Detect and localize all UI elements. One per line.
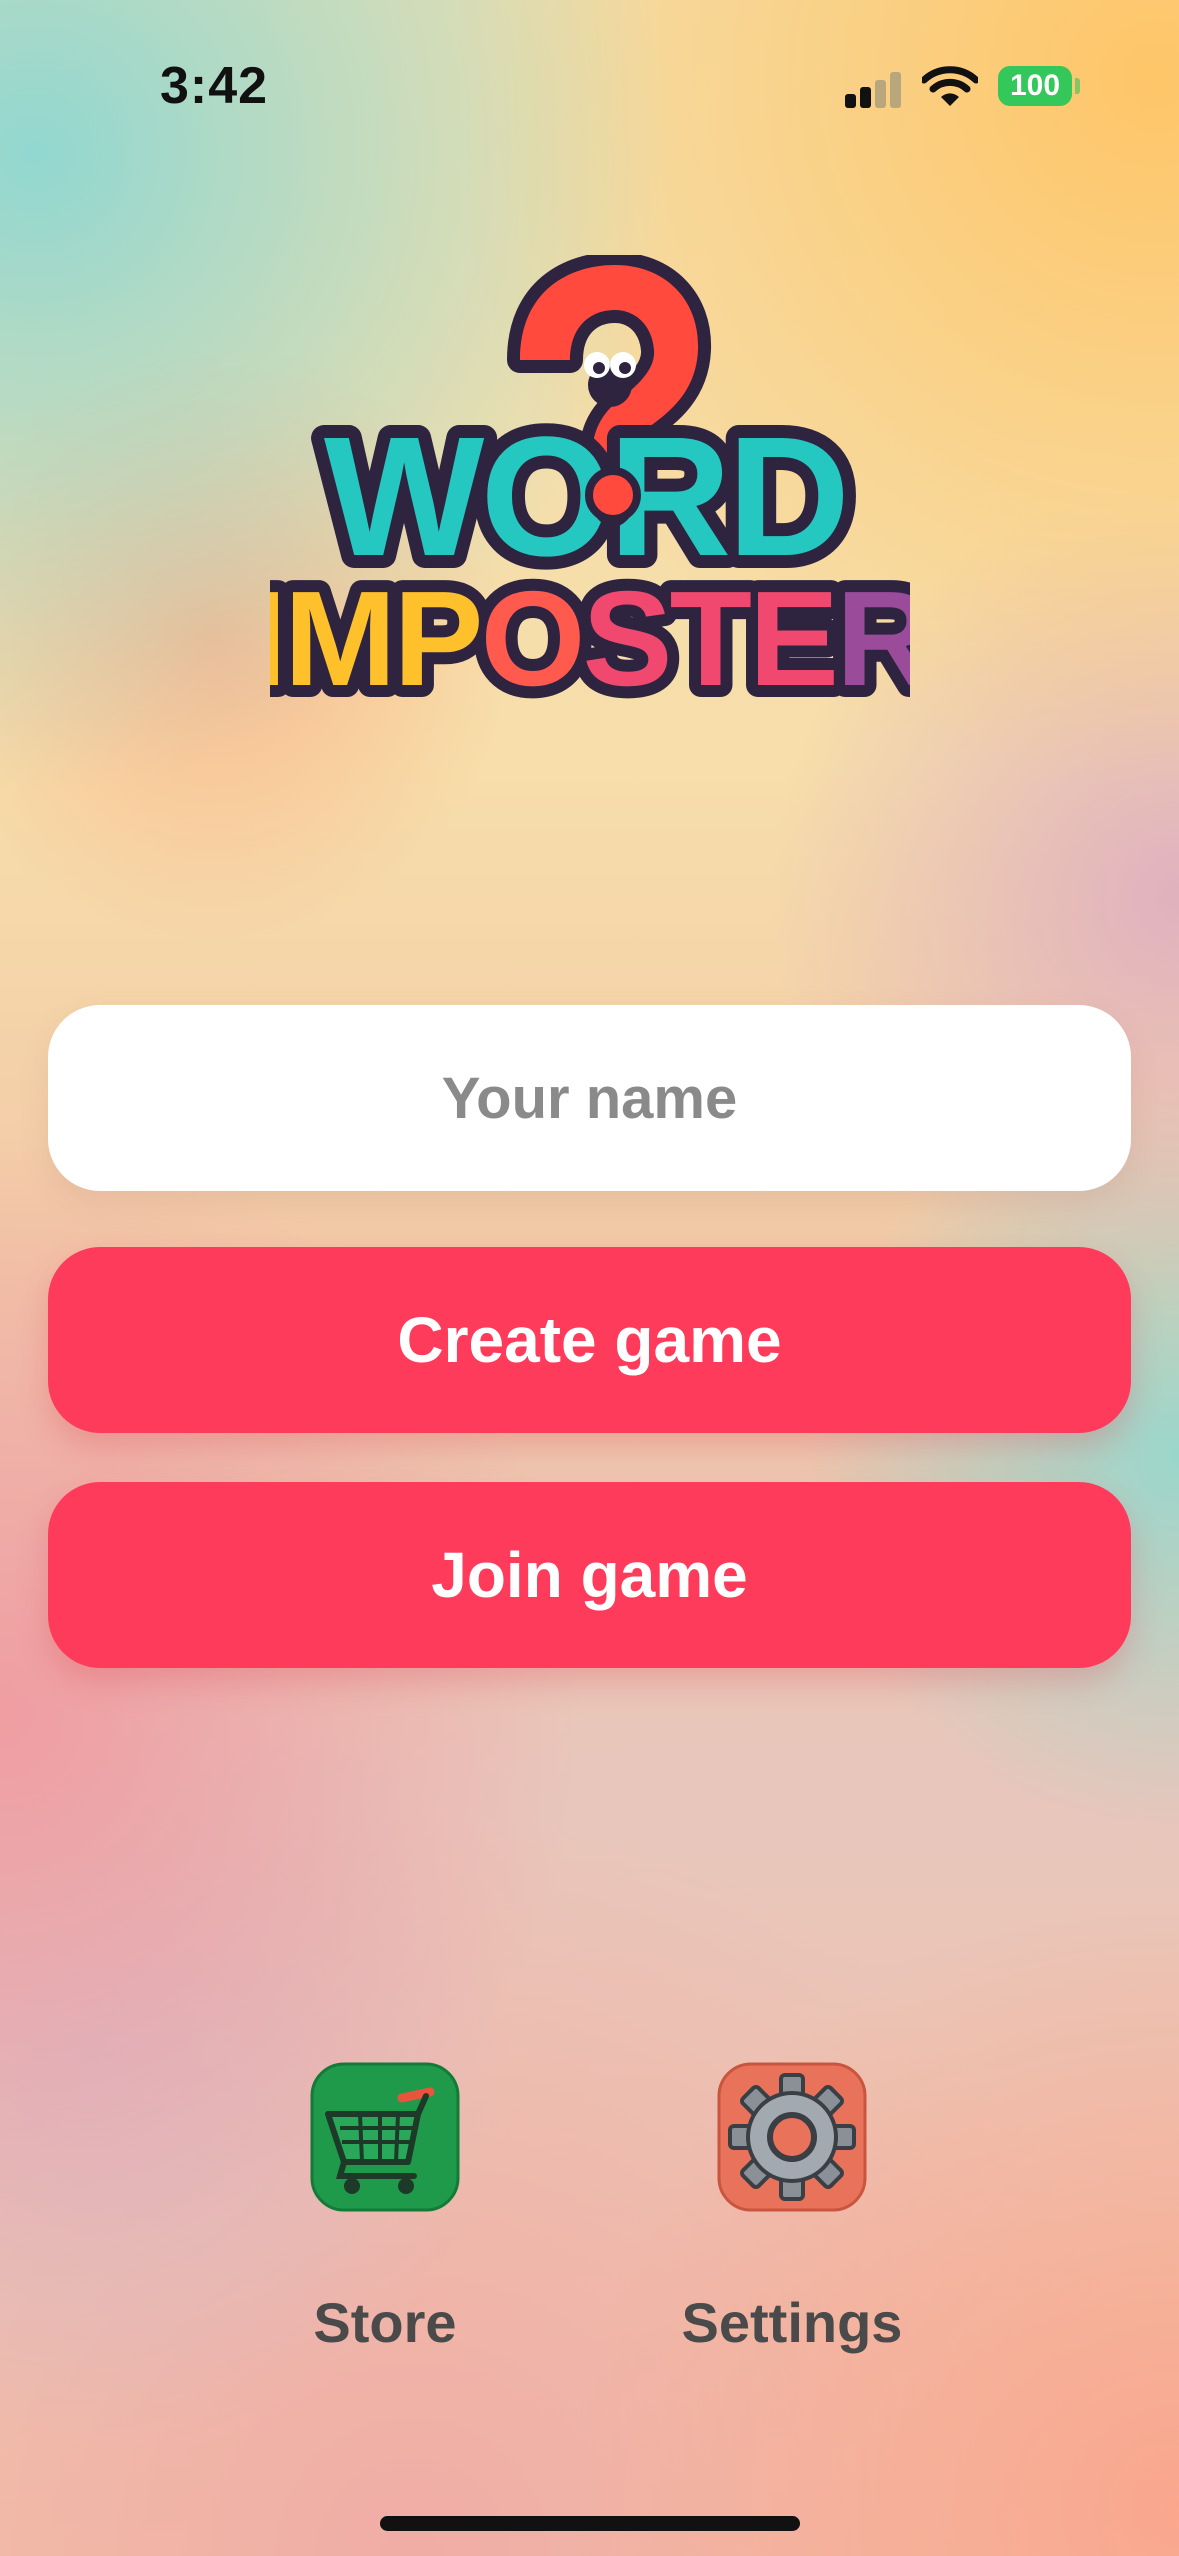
join-game-button[interactable]: Join game <box>48 1482 1131 1668</box>
status-time: 3:42 <box>160 57 269 115</box>
word-imposter-logo: WORD WORD IMPOSTER IMPOSTER <box>270 255 910 726</box>
create-game-button[interactable]: Create game <box>48 1247 1131 1433</box>
shopping-cart-icon[interactable] <box>310 2062 460 2212</box>
cellular-signal-icon <box>845 72 905 108</box>
battery-nub <box>1075 78 1080 94</box>
wifi-icon <box>922 66 978 106</box>
battery-indicator: 100 <box>998 66 1072 106</box>
svg-text:IMPOSTER: IMPOSTER <box>270 563 910 714</box>
home-indicator[interactable] <box>380 2516 800 2531</box>
store-nav-item[interactable]: Store <box>245 2062 525 2362</box>
settings-nav-item[interactable]: Settings <box>652 2062 932 2362</box>
status-bar: 3:42 100 <box>0 0 1179 170</box>
gear-icon[interactable] <box>717 2062 867 2212</box>
store-label: Store <box>313 2291 457 2354</box>
settings-label: Settings <box>681 2291 903 2354</box>
name-input[interactable] <box>48 1005 1131 1191</box>
